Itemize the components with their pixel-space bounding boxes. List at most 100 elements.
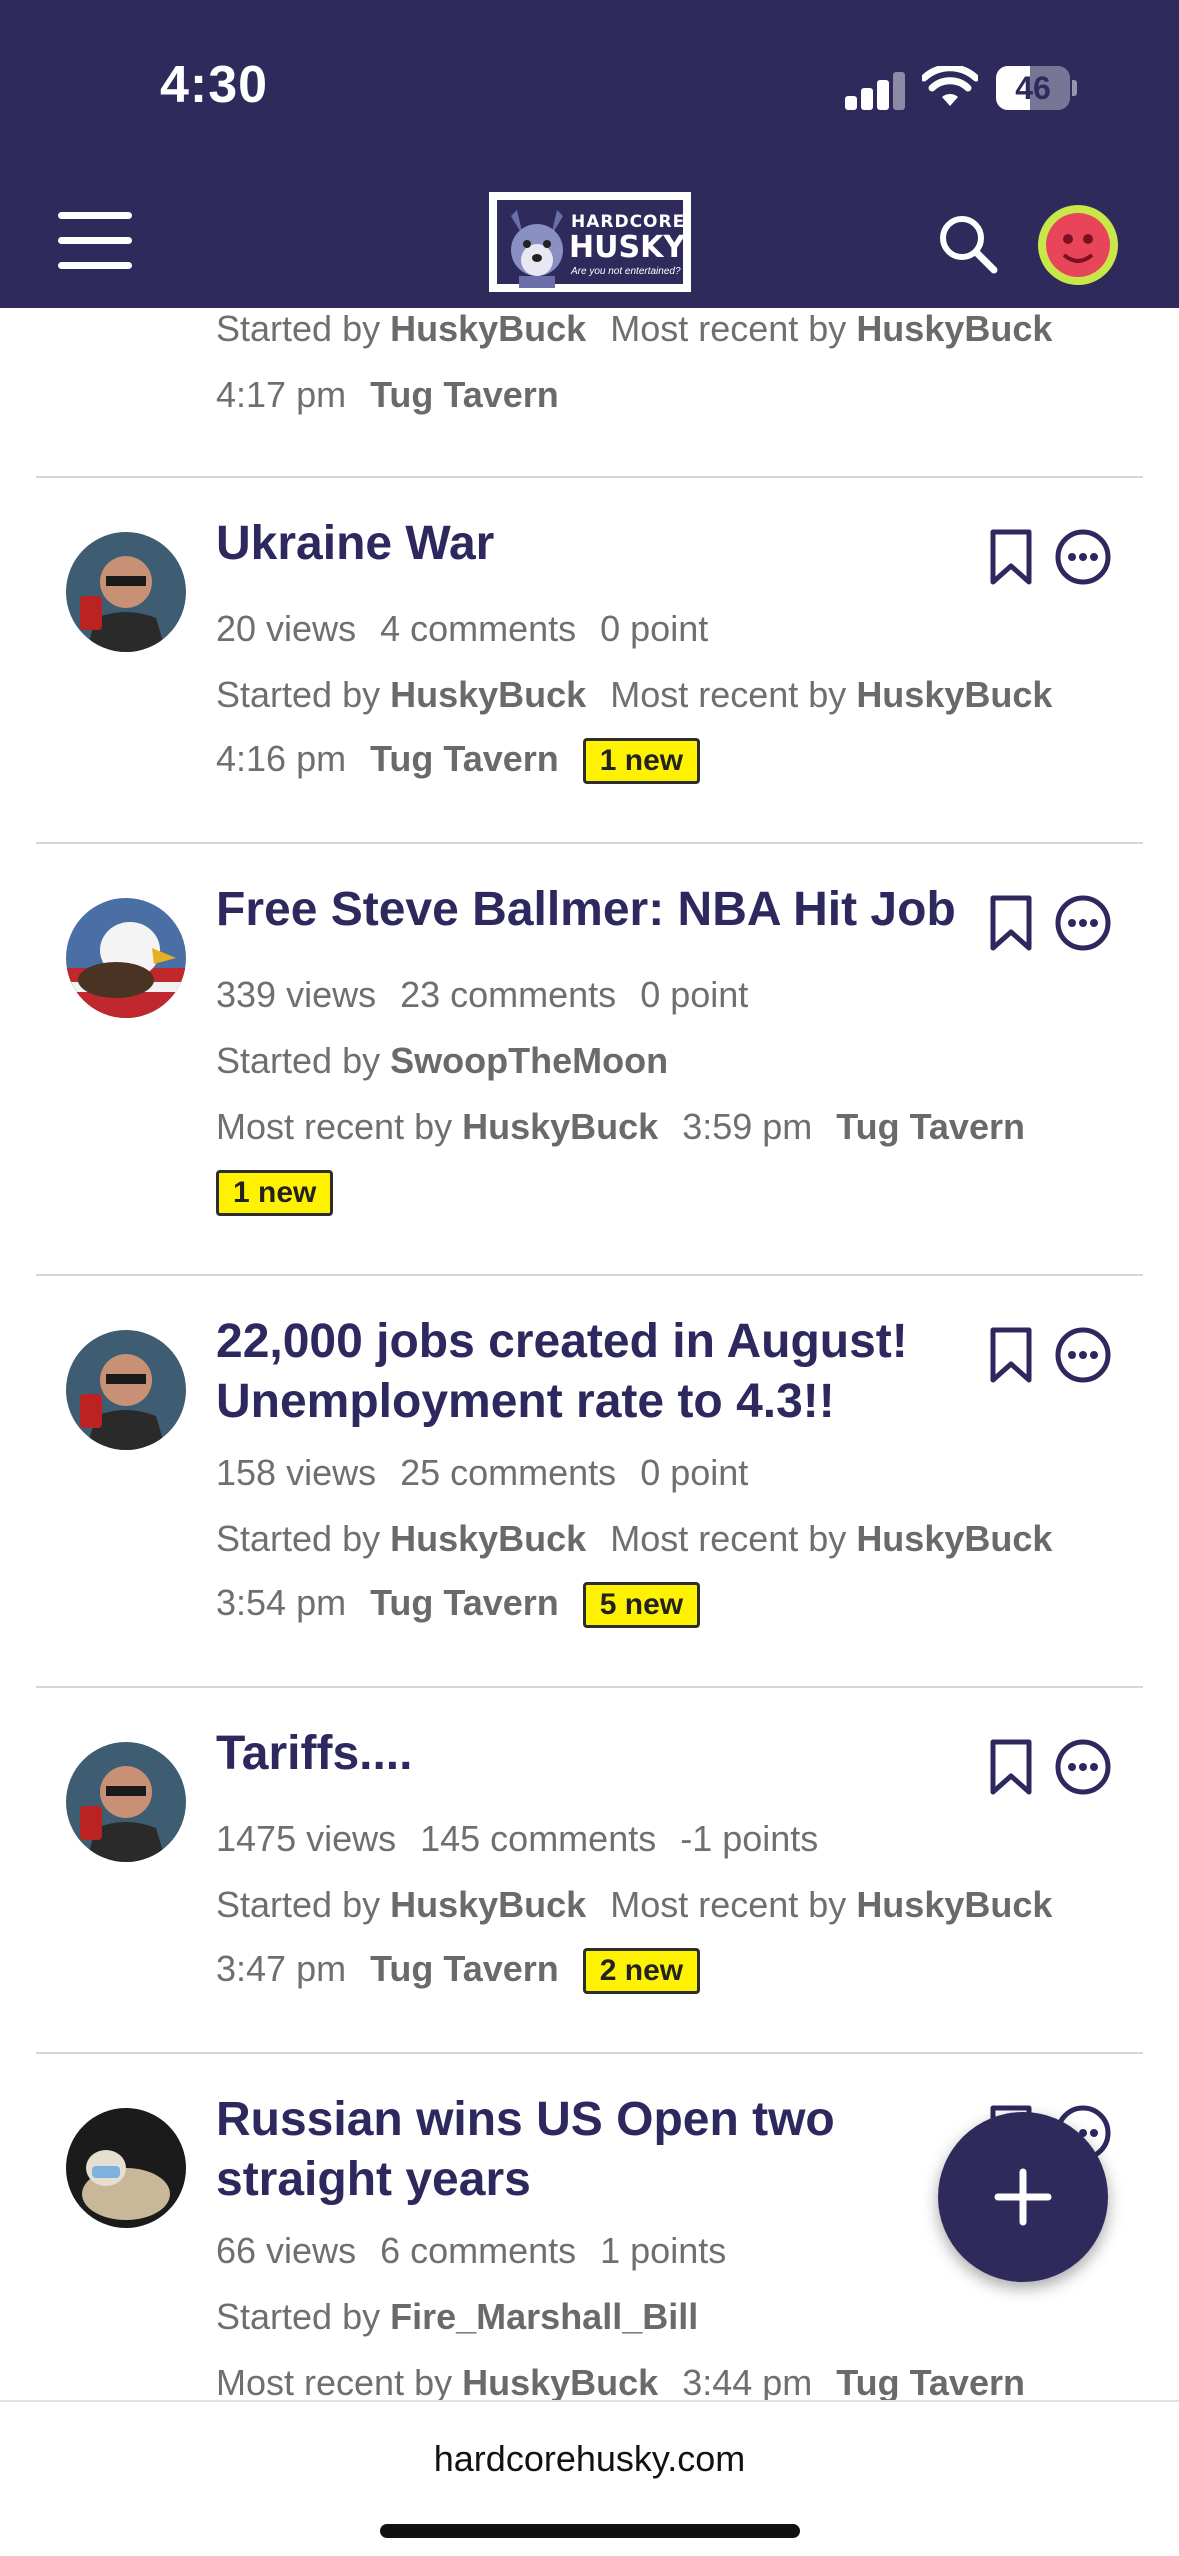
more-options-icon[interactable] bbox=[1054, 1326, 1112, 1384]
topic-stats: 158 views 25 comments 0 point bbox=[216, 1452, 748, 1494]
app-header: 4:30 46 HARDCORE HUSKY Are you not enter… bbox=[0, 0, 1179, 308]
topic-started-line: Started by HuskyBuck Most recent by Husky… bbox=[216, 1884, 1053, 1925]
topic-starter-link[interactable]: HuskyBuck bbox=[390, 674, 586, 715]
divider bbox=[36, 476, 1143, 478]
cellular-signal-icon bbox=[845, 70, 905, 110]
new-count-badge: 2 new bbox=[582, 1948, 701, 1995]
topic-author-avatar[interactable] bbox=[66, 1742, 186, 1862]
point-count: 1 points bbox=[600, 2230, 727, 2271]
topic-started-line: Started by SwoopTheMoon bbox=[216, 1040, 669, 1081]
more-options-icon[interactable] bbox=[1054, 528, 1112, 586]
topic-category-link[interactable]: Tug Tavern bbox=[370, 1948, 559, 1989]
author-avatar-image bbox=[66, 1330, 186, 1450]
topic-recent-link[interactable]: HuskyBuck bbox=[462, 1106, 658, 1147]
bookmark-icon[interactable] bbox=[988, 1738, 1034, 1796]
topic-starter-link[interactable]: HuskyBuck bbox=[390, 1518, 586, 1559]
topic-started-line: Started by HuskyBuck Most recent by Husky… bbox=[216, 308, 1053, 349]
topic-starter-link[interactable]: SwoopTheMoon bbox=[390, 1040, 668, 1081]
point-count: 0 point bbox=[600, 608, 709, 649]
divider bbox=[36, 842, 1143, 844]
topic-category-link[interactable]: Tug Tavern bbox=[836, 1106, 1025, 1147]
topic-category-link[interactable]: Tug Tavern bbox=[370, 1582, 559, 1623]
view-count: 20 views bbox=[216, 608, 357, 649]
topic-time-line: 3:47 pm Tug Tavern 2 new bbox=[216, 1948, 701, 1995]
point-count: 0 point bbox=[640, 1452, 749, 1493]
logo-text-main: HUSKY bbox=[569, 230, 686, 265]
divider bbox=[36, 1274, 1143, 1276]
status-time: 4:30 bbox=[160, 56, 269, 114]
topic-stats: 1475 views 145 comments -1 points bbox=[216, 1818, 818, 1860]
point-count: -1 points bbox=[680, 1818, 819, 1859]
author-avatar-image bbox=[66, 898, 186, 1018]
comment-count: 6 comments bbox=[380, 2230, 577, 2271]
new-topic-button[interactable] bbox=[938, 2112, 1108, 2282]
bookmark-icon[interactable] bbox=[988, 528, 1034, 586]
wifi-icon bbox=[922, 66, 978, 106]
topic-author-avatar[interactable] bbox=[66, 532, 186, 652]
browser-address-bar: hardcorehusky.com bbox=[0, 2400, 1179, 2556]
topic-title[interactable]: Free Steve Ballmer: NBA Hit Job bbox=[216, 880, 956, 940]
comment-count: 25 comments bbox=[400, 1452, 617, 1493]
more-options-icon[interactable] bbox=[1054, 894, 1112, 952]
topic-started-line: Started by HuskyBuck Most recent by Husky… bbox=[216, 1518, 1053, 1559]
divider bbox=[36, 2052, 1143, 2054]
topic-title[interactable]: Tariffs.... bbox=[216, 1724, 956, 1784]
menu-button[interactable] bbox=[58, 212, 132, 270]
topic-title[interactable]: Ukraine War bbox=[216, 514, 956, 574]
topic-recent-line: Most recent by HuskyBuck 3:59 pm Tug Taver… bbox=[216, 1106, 1025, 1147]
topic-author-avatar[interactable] bbox=[66, 898, 186, 1018]
author-avatar-image bbox=[66, 532, 186, 652]
topic-recent-line: Most recent by HuskyBuck 3:44 pm Tug Taver… bbox=[216, 2362, 1025, 2400]
new-count-badge: 1 new bbox=[216, 1170, 334, 1217]
site-logo[interactable]: HARDCORE HUSKY Are you not entertained? bbox=[489, 192, 691, 292]
new-count-badge: 5 new bbox=[582, 1582, 701, 1629]
topic-started-line: Started by HuskyBuck Most recent by Husky… bbox=[216, 674, 1053, 715]
topic-author-avatar[interactable] bbox=[66, 1330, 186, 1450]
topic-category-link[interactable]: Tug Tavern bbox=[370, 374, 559, 415]
topic-stats: 66 views 6 comments 1 points bbox=[216, 2230, 726, 2272]
topic-title[interactable]: 22,000 jobs created in August! Unemploym… bbox=[216, 1312, 956, 1432]
search-icon[interactable] bbox=[936, 212, 1000, 276]
view-count: 66 views bbox=[216, 2230, 357, 2271]
topic-time-line: 4:17 pm Tug Tavern bbox=[216, 374, 559, 415]
topic-recent-link[interactable]: HuskyBuck bbox=[856, 308, 1052, 349]
view-count: 339 views bbox=[216, 974, 377, 1015]
topic-stats: 339 views 23 comments 0 point bbox=[216, 974, 748, 1016]
topic-badge-line: 1 new bbox=[216, 1170, 334, 1217]
topic-starter-link[interactable]: HuskyBuck bbox=[390, 1884, 586, 1925]
comment-count: 4 comments bbox=[380, 608, 577, 649]
plus-icon bbox=[994, 2168, 1052, 2226]
topic-recent-link[interactable]: HuskyBuck bbox=[856, 1884, 1052, 1925]
topic-started-line: Started by Fire_Marshall_Bill bbox=[216, 2296, 699, 2337]
comment-count: 145 comments bbox=[420, 1818, 657, 1859]
topic-feed: Started by HuskyBuck Most recent by Husky… bbox=[0, 308, 1179, 2400]
topic-starter-link[interactable]: HuskyBuck bbox=[390, 308, 586, 349]
topic-stats: 20 views 4 comments 0 point bbox=[216, 608, 708, 650]
topic-time-line: 3:54 pm Tug Tavern 5 new bbox=[216, 1582, 701, 1629]
logo-tagline: Are you not entertained? bbox=[571, 266, 681, 277]
bookmark-icon[interactable] bbox=[988, 894, 1034, 952]
topic-time-line: 4:16 pm Tug Tavern 1 new bbox=[216, 738, 701, 785]
home-indicator[interactable] bbox=[380, 2524, 800, 2538]
comment-count: 23 comments bbox=[400, 974, 617, 1015]
topic-category-link[interactable]: Tug Tavern bbox=[836, 2362, 1025, 2400]
more-options-icon[interactable] bbox=[1054, 1738, 1112, 1796]
husky-mascot-icon bbox=[511, 210, 563, 288]
topic-recent-link[interactable]: HuskyBuck bbox=[856, 1518, 1052, 1559]
author-avatar-image bbox=[66, 1742, 186, 1862]
user-avatar-face-icon bbox=[1062, 234, 1094, 263]
url-text[interactable]: hardcorehusky.com bbox=[0, 2438, 1179, 2480]
topic-title[interactable]: Russian wins US Open two straight years bbox=[216, 2090, 956, 2210]
topic-starter-link[interactable]: Fire_Marshall_Bill bbox=[390, 2296, 698, 2337]
view-count: 158 views bbox=[216, 1452, 377, 1493]
new-count-badge: 1 new bbox=[582, 738, 701, 785]
battery-icon: 46 bbox=[996, 66, 1077, 110]
point-count: 0 point bbox=[640, 974, 749, 1015]
topic-category-link[interactable]: Tug Tavern bbox=[370, 738, 559, 779]
user-avatar-button[interactable] bbox=[1038, 205, 1118, 285]
bookmark-icon[interactable] bbox=[988, 1326, 1034, 1384]
topic-recent-link[interactable]: HuskyBuck bbox=[856, 674, 1052, 715]
author-avatar-image bbox=[66, 2108, 186, 2228]
topic-author-avatar[interactable] bbox=[66, 2108, 186, 2228]
topic-recent-link[interactable]: HuskyBuck bbox=[462, 2362, 658, 2400]
